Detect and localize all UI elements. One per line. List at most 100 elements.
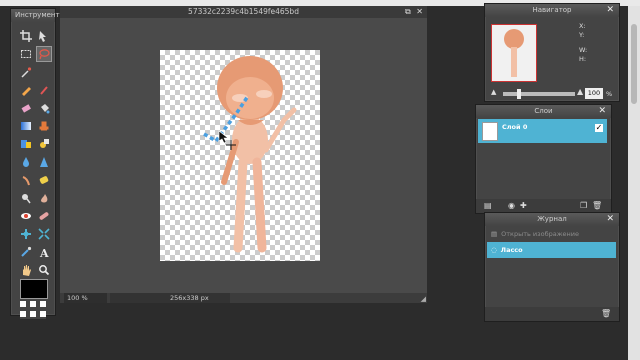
- w-label: W:: [579, 46, 588, 54]
- close-icon[interactable]: ✕: [606, 213, 614, 226]
- swatch-cell[interactable]: [40, 311, 46, 317]
- pinch-tool[interactable]: [37, 227, 51, 241]
- svg-text:A: A: [39, 247, 49, 258]
- zoom-value: 100: [67, 294, 80, 302]
- color-replace-tool[interactable]: [19, 137, 33, 151]
- marquee-tool[interactable]: [19, 47, 33, 61]
- move-tool[interactable]: [37, 29, 51, 43]
- magic-wand-tool[interactable]: [19, 65, 33, 79]
- tool-grid: A: [17, 27, 53, 279]
- pencil-tool[interactable]: [19, 83, 33, 97]
- zoom-out-icon[interactable]: ▲: [491, 88, 496, 96]
- zoom-slider[interactable]: [503, 89, 575, 99]
- burn-tool[interactable]: [37, 191, 51, 205]
- fill-tool[interactable]: [37, 101, 51, 115]
- swatch-cell[interactable]: [30, 311, 36, 317]
- trash-icon[interactable]: 🗑: [592, 202, 602, 210]
- zoom-field[interactable]: 100 %: [64, 293, 107, 303]
- layer-thumbnail: [482, 122, 498, 141]
- navigator-zoom-input[interactable]: 100: [585, 88, 603, 99]
- history-item-label: Лассо: [500, 246, 523, 254]
- red-eye-tool[interactable]: [19, 209, 33, 223]
- type-tool[interactable]: A: [37, 245, 51, 259]
- bandage-icon: [39, 212, 49, 220]
- resize-grip-icon[interactable]: ◢: [421, 294, 426, 304]
- new-layer-icon[interactable]: ❐: [580, 202, 588, 210]
- red-eye-icon: [21, 213, 31, 219]
- zoom-tool[interactable]: [37, 263, 51, 277]
- trash-icon[interactable]: 🗑: [601, 310, 611, 318]
- brush-tool[interactable]: [37, 83, 51, 97]
- zoom-in-icon[interactable]: ▲: [577, 87, 583, 96]
- scrollbar-thumb[interactable]: [631, 24, 637, 104]
- navigator-title-text: Навигатор: [532, 6, 572, 14]
- document-status-bar: 100 % 256x338 px ◢: [60, 293, 427, 303]
- image-canvas[interactable]: [160, 50, 320, 261]
- shapes-icon: [40, 139, 49, 148]
- text-icon: A: [39, 247, 49, 258]
- zoom-slider-knob[interactable]: [517, 89, 521, 99]
- swatch-cell[interactable]: [30, 301, 36, 307]
- history-panel: Журнал ✕ ▤ Открыть изображение ◌ Лассо 🗑: [484, 212, 620, 322]
- pinch-icon: [38, 228, 50, 240]
- gradient-tool[interactable]: [19, 119, 33, 133]
- layer-row[interactable]: Слой 0 ✓: [478, 119, 607, 143]
- clone-stamp-tool[interactable]: [37, 119, 51, 133]
- swatch-cell[interactable]: [20, 301, 26, 307]
- navigator-zoom-unit: %: [606, 90, 613, 98]
- eraser-tool[interactable]: [19, 101, 33, 115]
- magnifier-icon: [39, 265, 50, 276]
- lasso-icon: [39, 49, 50, 60]
- layer-properties-icon[interactable]: ▤: [484, 202, 492, 210]
- bloat-tool[interactable]: [19, 227, 33, 241]
- history-lasso-icon: ◌: [491, 246, 497, 254]
- layer-style-icon[interactable]: ✚: [520, 202, 528, 210]
- swatch-grid[interactable]: [20, 301, 46, 319]
- spot-heal-tool[interactable]: [37, 209, 51, 223]
- smudge-icon: [22, 176, 30, 186]
- close-icon[interactable]: ✕: [606, 4, 614, 17]
- history-item-selected[interactable]: ◌ Лассо: [487, 242, 616, 258]
- draw-tool[interactable]: [37, 137, 51, 151]
- swatch-cell[interactable]: [20, 311, 26, 317]
- color-replace-icon: [21, 140, 31, 148]
- color-picker-tool[interactable]: [19, 245, 33, 259]
- navigator-thumbnail[interactable]: [491, 24, 537, 82]
- sponge-icon: [39, 176, 49, 184]
- crosshair-icon: [226, 140, 236, 150]
- stamp-icon: [39, 121, 49, 131]
- layer-visibility-checkbox[interactable]: ✓: [595, 124, 603, 132]
- gradient-icon: [21, 122, 31, 130]
- sponge-tool[interactable]: [37, 173, 51, 187]
- maximize-icon[interactable]: ⧉: [405, 7, 411, 16]
- sharpen-icon: [40, 157, 48, 167]
- hand-tool[interactable]: [19, 263, 33, 277]
- close-icon[interactable]: ✕: [416, 7, 423, 16]
- pencil-icon: [22, 87, 31, 96]
- layers-title: Слои ✕: [476, 105, 611, 118]
- crop-icon: [20, 30, 32, 42]
- navigator-title: Навигатор ✕: [485, 4, 619, 17]
- toolbox-panel: Инструмент A: [10, 8, 60, 319]
- history-item[interactable]: ▤ Открыть изображение: [487, 227, 616, 242]
- swatch-cell[interactable]: [40, 301, 46, 307]
- blur-tool[interactable]: [19, 155, 33, 169]
- primary-color-swatch[interactable]: [20, 279, 48, 299]
- layer-name: Слой 0: [502, 123, 528, 131]
- close-icon[interactable]: ✕: [598, 105, 606, 118]
- zoom-unit: %: [81, 294, 88, 302]
- move-icon: [39, 31, 46, 42]
- layers-title-text: Слои: [534, 107, 553, 115]
- sharpen-tool[interactable]: [37, 155, 51, 169]
- history-title: Журнал ✕: [485, 213, 619, 226]
- page-scrollbar[interactable]: [628, 6, 640, 360]
- document-window-buttons: ⧉ ✕: [405, 6, 423, 18]
- lasso-tool[interactable]: [36, 46, 52, 62]
- blur-drop-icon: [23, 157, 29, 167]
- dodge-tool[interactable]: [19, 191, 33, 205]
- crop-tool[interactable]: [19, 29, 33, 43]
- empty-slot-1: [37, 65, 51, 79]
- burn-icon: [41, 194, 48, 203]
- layer-mask-icon[interactable]: ◉: [508, 202, 516, 210]
- smudge-tool[interactable]: [19, 173, 33, 187]
